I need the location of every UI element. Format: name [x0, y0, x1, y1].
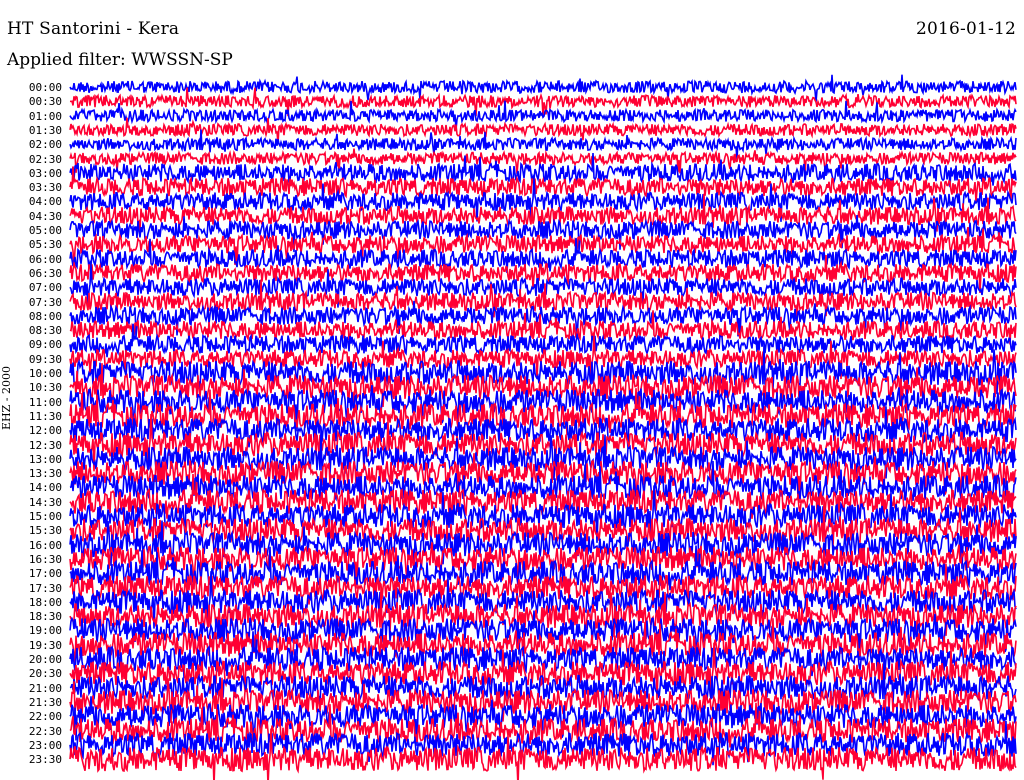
time-tick: 11:00: [28, 395, 62, 409]
time-tick: 23:00: [28, 738, 62, 752]
time-tick: 09:00: [28, 338, 62, 352]
time-tick: 01:30: [28, 123, 62, 137]
time-tick: 00:00: [28, 81, 62, 94]
time-tick: 10:00: [28, 367, 62, 380]
time-tick: 00:30: [28, 95, 62, 109]
time-tick: 14:30: [28, 495, 62, 509]
time-tick: 20:00: [28, 653, 62, 666]
time-tick: 15:30: [28, 524, 62, 538]
time-tick: 20:30: [28, 667, 62, 681]
time-tick: 23:30: [28, 753, 62, 767]
time-tick: 05:00: [28, 224, 62, 237]
time-tick: 07:00: [28, 281, 62, 295]
time-tick: 06:30: [28, 266, 62, 280]
time-tick: 07:30: [28, 295, 62, 309]
time-tick: 01:00: [28, 109, 62, 123]
time-tick: 02:30: [28, 152, 62, 166]
time-tick: 17:00: [28, 567, 62, 581]
time-tick: 15:00: [28, 510, 62, 523]
time-tick: 19:30: [28, 638, 62, 652]
time-tick: 21:30: [28, 695, 62, 709]
time-tick: 18:30: [28, 610, 62, 624]
time-tick: 17:30: [28, 581, 62, 595]
time-tick: 08:30: [28, 324, 62, 338]
time-tick: 04:00: [28, 195, 62, 209]
time-tick: 18:00: [28, 595, 62, 609]
time-tick: 03:30: [28, 181, 62, 195]
time-tick-column: 00:00 00:30 01:00 01:30 02:00 02:30 03:00 03:30…: [0, 0, 70, 780]
time-tick: 19:00: [28, 624, 62, 638]
time-tick: 22:00: [28, 710, 62, 724]
time-tick: 12:00: [28, 424, 62, 438]
time-tick: 08:00: [28, 309, 62, 323]
time-tick: 10:30: [28, 381, 62, 395]
time-tick: 04:30: [28, 209, 62, 223]
time-tick: 03:00: [28, 166, 62, 180]
time-tick: 02:00: [28, 138, 62, 152]
time-tick: 13:30: [28, 467, 62, 481]
time-tick: 06:00: [28, 252, 62, 266]
time-tick: 16:30: [28, 552, 62, 566]
time-tick: 12:30: [28, 438, 62, 452]
time-tick: 11:30: [28, 409, 62, 423]
time-tick: 13:00: [28, 452, 62, 466]
trace-row: [69, 87, 1017, 117]
time-tick: 05:30: [28, 238, 62, 252]
time-tick: 14:00: [28, 481, 62, 495]
seismogram-plot: [69, 74, 1017, 780]
time-tick: 09:30: [28, 352, 62, 366]
time-tick: 16:00: [28, 538, 62, 552]
time-tick: 21:00: [28, 681, 62, 695]
time-tick: 22:30: [28, 724, 62, 738]
chart-date: 2016-01-12: [915, 19, 1016, 39]
